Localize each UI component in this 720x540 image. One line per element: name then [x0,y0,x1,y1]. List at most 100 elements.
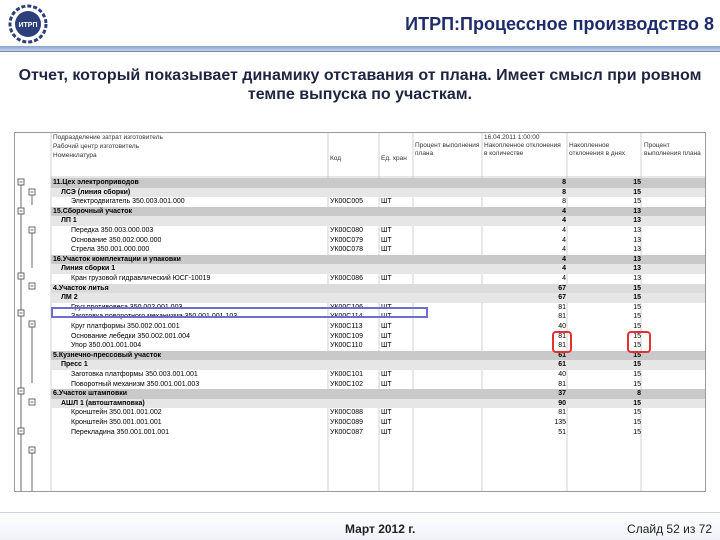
table-row[interactable]: Поворотный механизм 350.001.001.003 УК00С… [51,380,705,390]
header-unit: Ед. хран [381,155,407,162]
row-deviation-qty: 67 [558,284,566,292]
row-unit: ШТ [381,380,392,388]
row-name: Стрела 350.001.000.000 [71,246,150,254]
row-deviation-qty: 81 [558,380,566,388]
row-code [330,178,378,188]
slide-title: ИТРП:Процессное производство 8 [405,14,714,34]
row-deviation-days: 15 [633,371,641,378]
row-unit: ШТ [381,409,392,417]
row-name: Кран грузовой гидравлический ЮСГ-10019 [71,275,211,282]
row-deviation-qty: 4 [562,255,566,263]
row-unit: ШТ [381,227,392,234]
row-name: ЛМ 2 [61,294,78,302]
header-plan-percent-2: Процент выполнения плана [644,142,701,157]
row-name: Поворотный механизм 350.001.001.003 [71,380,200,388]
table-row[interactable]: Передка 350.003.000.003 УК00С080 ШТ 4 13 [51,226,705,236]
subgroup-row[interactable]: ЛП 1 4 13 [51,216,705,226]
header-divider [0,46,720,52]
row-unit: ШТ [381,419,392,426]
row-code: УК00С086 [330,275,364,282]
subgroup-row[interactable]: АШЛ 1 (автоштамповка) 90 15 [51,398,705,409]
row-unit [381,389,411,399]
row-deviation-qty: 135 [554,419,566,426]
row-name: 4.Участок литья [53,284,109,292]
row-deviation-qty: 4 [562,236,566,244]
report-screenshot: Подразделение затрат изготовитель Рабочи… [14,132,706,492]
row-unit: ШТ [381,332,392,340]
row-deviation-qty: 4 [562,265,566,273]
group-row[interactable]: 6.Участок штамповки 37 8 [51,389,705,399]
table-row[interactable]: Стрела 350.001.000.000 УК00С078 ШТ 4 13 [51,245,705,255]
row-unit [381,399,411,409]
table-row[interactable]: Круг платформы 350.002.001.001 УК00С113 ШТ… [51,322,705,332]
table-row[interactable]: Заготовка платформы 350.003.001.001 УК00С… [51,370,705,380]
slide-description: Отчет, который показывает динамику отста… [18,67,702,103]
row-deviation-days: 15 [633,179,641,186]
row-code [330,216,378,226]
group-row[interactable]: 15.Сборочный участок 4 13 [51,206,705,217]
subgroup-row[interactable]: ЛСЭ (линия сборки) 8 15 [51,187,705,198]
row-unit: ШТ [381,323,392,330]
row-name: Основание лебедки 350.002.001.004 [71,332,190,340]
row-deviation-days: 13 [633,246,641,254]
group-row[interactable]: 4.Участок литья 67 15 [51,283,705,294]
row-deviation-days: 15 [633,399,641,407]
row-deviation-qty: 4 [562,275,566,282]
row-code [330,188,378,198]
row-deviation-days: 13 [633,265,641,273]
row-deviation-qty: 8 [562,188,566,196]
row-unit: ШТ [381,428,392,436]
svg-text:ИТРП: ИТРП [18,22,37,29]
row-code: УК00С005 [330,198,364,206]
row-deviation-days: 15 [633,428,641,436]
row-deviation-days: 15 [633,409,641,417]
row-code [330,351,378,361]
row-name: Передка 350.003.000.003 [71,227,154,234]
group-row[interactable]: 11.Цех электроприводов 8 15 [51,178,705,188]
group-row[interactable]: 5.Кузнечно-прессовый участок 61 15 [51,350,705,361]
header-deviation-qty: Накопленное отклонения в количестве [484,142,561,157]
table-row[interactable]: Электродвигатель 350.003.001.000 УК00С005… [51,197,705,207]
header-nomenclature: Номенклатура [53,152,97,159]
row-unit [381,293,411,303]
subgroup-row[interactable]: Линия сборки 1 4 13 [51,264,705,274]
row-deviation-days: 8 [637,390,641,398]
row-deviation-qty: 81 [558,313,566,321]
row-unit: ШТ [381,342,392,350]
row-unit: ШТ [381,246,392,254]
subgroup-row[interactable]: Пресс 1 61 15 [51,360,705,370]
row-code [330,389,378,399]
row-deviation-days: 13 [633,207,641,215]
subgroup-row[interactable]: ЛМ 2 67 15 [51,293,705,303]
row-deviation-days: 15 [633,294,641,302]
header-cost-division: Подразделение затрат изготовитель [53,134,163,141]
row-code: УК00С080 [330,227,364,234]
row-deviation-qty: 4 [562,217,566,225]
row-deviation-qty: 67 [558,294,566,302]
header-work-center: Рабочий центр изготовитель [53,143,140,150]
row-deviation-days: 15 [633,188,641,196]
header-plan-percent: Процент выполнения плана [415,142,480,157]
row-name: Заготовка платформы 350.003.001.001 [71,371,198,378]
group-row[interactable]: 16.Участок комплектации и упаковки 4 13 [51,254,705,265]
row-code [330,360,378,370]
itrp-logo: ИТРП [8,4,48,44]
table-row[interactable]: Кран грузовой гидравлический ЮСГ-10019 УК… [51,274,705,284]
table-row[interactable]: Основание лебедки 350.002.001.004 УК00С10… [51,332,705,342]
row-unit: ШТ [381,236,392,244]
row-code: УК00С110 [330,342,363,350]
row-deviation-days: 15 [633,313,641,321]
row-code [330,207,378,217]
table-row[interactable]: Перекладина 350.001.001.001 УК00С087 ШТ 51 1… [51,428,705,438]
grouping-tree[interactable] [15,133,51,492]
table-row[interactable]: Кронштейн 350.001.001.002 УК00С088 ШТ 81 15 [51,408,705,418]
row-unit: ШТ [381,198,392,206]
table-row[interactable]: Упор 350.001.001.004 УК00С110 ШТ 81 15 [51,341,705,351]
row-deviation-qty: 4 [562,207,566,215]
row-code: УК00С087 [330,428,364,436]
row-code: УК00С109 [330,332,364,340]
row-unit [381,178,411,188]
table-row[interactable]: Основание 350.002.000.000 УК00С079 ШТ 4 13 [51,236,705,246]
row-deviation-days: 13 [633,236,641,244]
table-row[interactable]: Кронштейн 350.001.001.001 УК00С089 ШТ 135 15 [51,418,705,428]
